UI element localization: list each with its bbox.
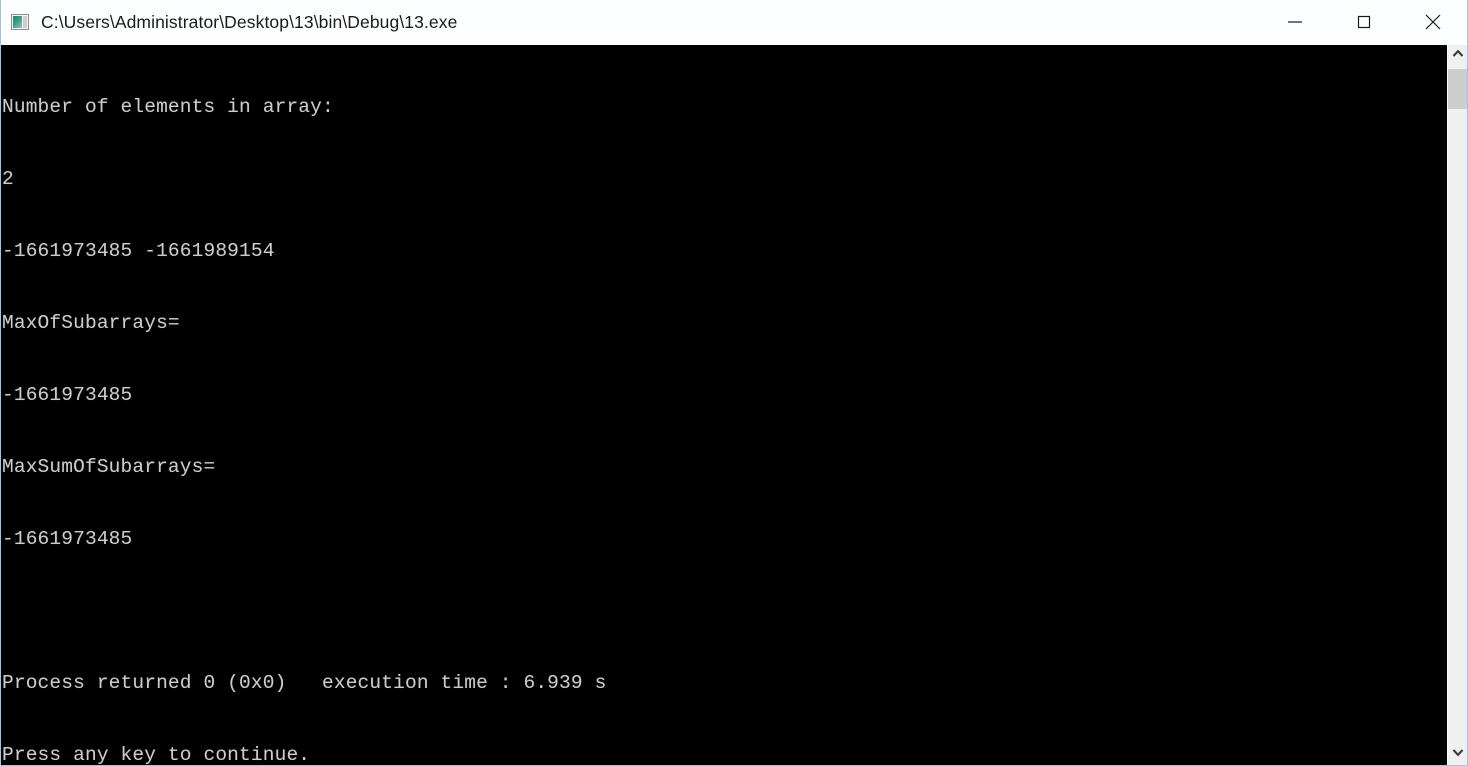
console-line: -1661973485	[2, 528, 133, 550]
scrollbar-track[interactable]	[1448, 67, 1467, 743]
vertical-scrollbar[interactable]	[1447, 45, 1467, 765]
window-title: C:\Users\Administrator\Desktop\13\bin\De…	[41, 11, 458, 32]
chevron-up-icon	[1451, 47, 1465, 65]
console-line: -1661973485 -1661989154	[2, 240, 275, 262]
console-app-icon	[11, 14, 29, 30]
maximize-button[interactable]	[1329, 0, 1398, 44]
console-line-blank	[2, 599, 1447, 623]
window-controls	[1260, 0, 1467, 44]
title-bar[interactable]: C:\Users\Administrator\Desktop\13\bin\De…	[1, 0, 1467, 45]
console-line: Press any key to continue.	[2, 744, 311, 765]
minimize-icon	[1283, 10, 1307, 34]
console-line: MaxSumOfSubarrays=	[2, 456, 216, 478]
scrollbar-thumb[interactable]	[1448, 69, 1467, 109]
console-line: Number of elements in array:	[2, 96, 334, 118]
console-line: MaxOfSubarrays=	[2, 312, 180, 334]
minimize-button[interactable]	[1260, 0, 1329, 44]
close-button[interactable]	[1398, 0, 1467, 44]
console-output[interactable]: Number of elements in array: 2 -16619734…	[1, 45, 1447, 765]
console-window: C:\Users\Administrator\Desktop\13\bin\De…	[0, 0, 1468, 766]
scroll-down-button[interactable]	[1448, 743, 1467, 765]
chevron-down-icon	[1451, 745, 1465, 763]
console-line: 2	[2, 168, 14, 190]
maximize-icon	[1352, 10, 1376, 34]
title-bar-left: C:\Users\Administrator\Desktop\13\bin\De…	[1, 12, 1260, 33]
console-body: Number of elements in array: 2 -16619734…	[1, 45, 1467, 765]
close-icon	[1420, 9, 1446, 35]
console-line: Process returned 0 (0x0) execution time …	[2, 672, 607, 694]
console-line: -1661973485	[2, 384, 133, 406]
scroll-up-button[interactable]	[1448, 45, 1467, 67]
